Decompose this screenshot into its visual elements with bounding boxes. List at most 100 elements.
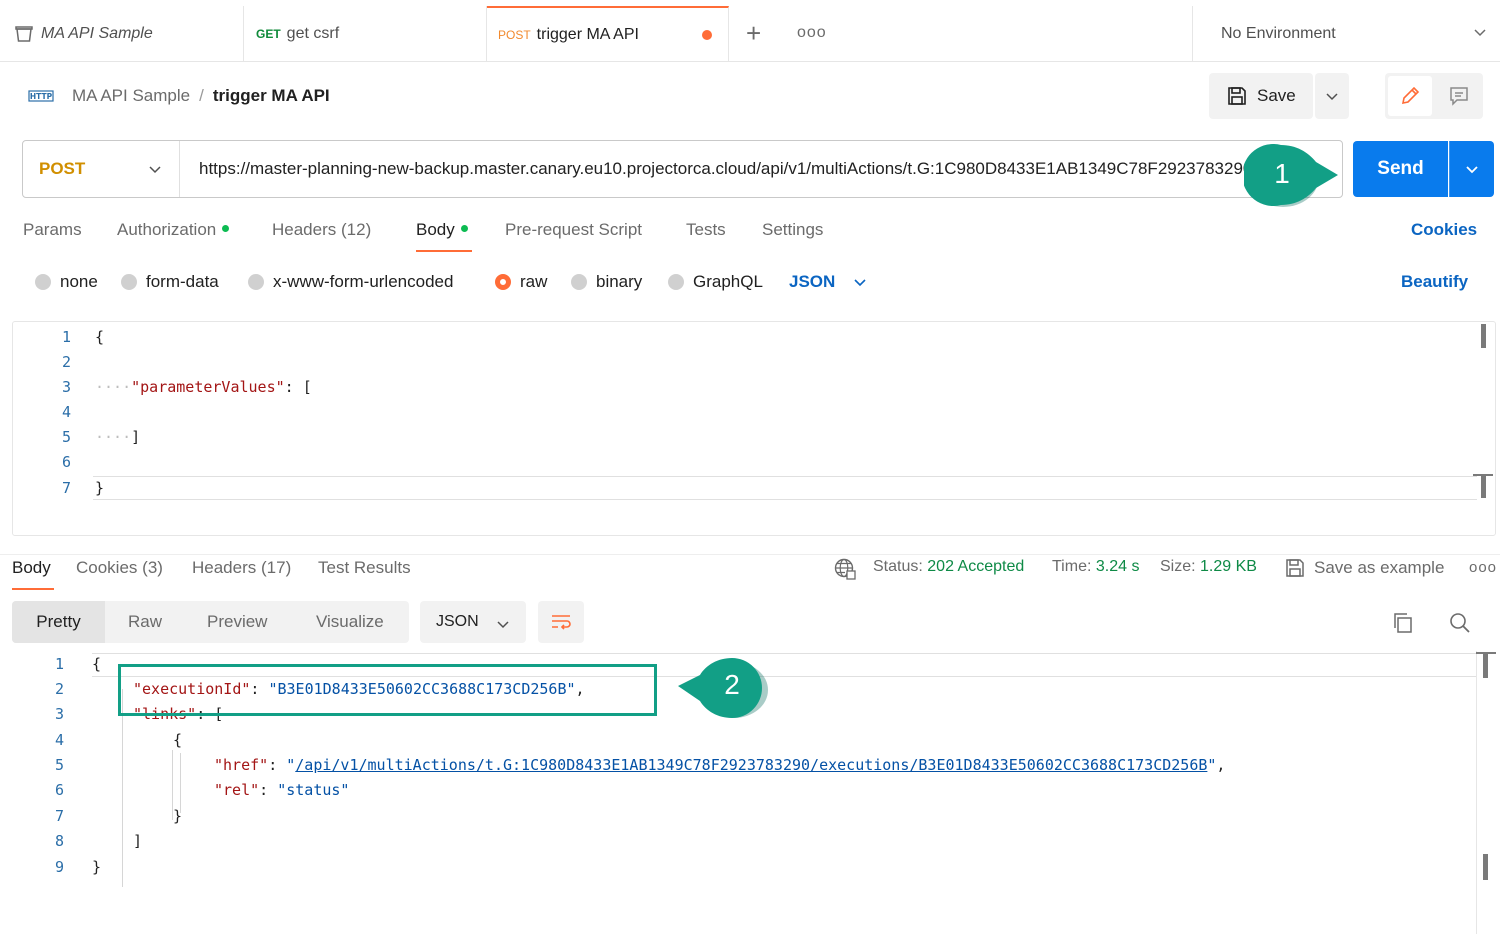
url-input[interactable]: https://master-planning-new-backup.maste… xyxy=(199,141,1279,197)
view-preview-button[interactable]: Preview xyxy=(207,601,267,643)
response-time: Time: 3.24 s xyxy=(1052,558,1139,576)
response-tab-test-results[interactable]: Test Results xyxy=(318,558,411,578)
send-options-button[interactable] xyxy=(1449,141,1494,197)
radio-none[interactable]: none xyxy=(35,272,98,292)
tab-get-csrf[interactable]: GET get csrf xyxy=(244,6,487,62)
unsaved-dot-icon xyxy=(702,30,712,40)
send-button[interactable]: Send xyxy=(1353,141,1448,197)
tab-label: trigger MA API xyxy=(536,26,639,43)
beautify-link[interactable]: Beautify xyxy=(1401,272,1468,292)
save-as-example-label: Save as example xyxy=(1314,558,1445,577)
code-text: { xyxy=(173,731,183,749)
search-icon[interactable] xyxy=(1449,612,1471,634)
tab-params[interactable]: Params xyxy=(23,220,82,240)
save-as-example-button[interactable]: Save as example xyxy=(1285,558,1444,578)
code-line: 4 xyxy=(13,400,1495,425)
line-number: 3 xyxy=(61,378,71,396)
new-tab-button[interactable]: + xyxy=(746,20,761,46)
json-key: "href" xyxy=(214,756,269,774)
request-tabs: Params Authorization Headers (12) Body P… xyxy=(0,218,1500,254)
view-pretty-button[interactable]: Pretty xyxy=(12,601,105,643)
chevron-down-icon xyxy=(854,279,866,287)
view-visualize-button[interactable]: Visualize xyxy=(316,601,384,643)
code-line: 5 ····] xyxy=(13,425,1495,450)
method-select[interactable]: POST xyxy=(23,141,180,197)
method-label: POST xyxy=(39,159,86,178)
tab-collection[interactable]: MA API Sample xyxy=(0,6,244,62)
wrap-lines-icon xyxy=(552,615,571,630)
size-value[interactable]: 1.29 KB xyxy=(1200,558,1257,575)
tab-tests[interactable]: Tests xyxy=(686,220,726,240)
breadcrumb-collection[interactable]: MA API Sample xyxy=(72,86,190,106)
save-options-button[interactable] xyxy=(1315,73,1349,119)
response-tab-headers[interactable]: Headers (17) xyxy=(192,558,291,578)
response-scrollbar[interactable] xyxy=(1483,652,1488,678)
save-button[interactable]: Save xyxy=(1209,73,1313,119)
code-line: 6 xyxy=(13,450,1495,475)
tab-authorization-label: Authorization xyxy=(117,220,217,239)
line-number: 5 xyxy=(54,756,64,774)
code-line: 9 } xyxy=(0,855,1500,880)
code-text: { xyxy=(95,328,105,346)
tab-label: get csrf xyxy=(286,25,340,42)
time-value[interactable]: 3.24 s xyxy=(1096,558,1140,575)
code-line: 7 } xyxy=(0,804,1500,829)
cookies-link[interactable]: Cookies xyxy=(1411,220,1477,240)
save-label: Save xyxy=(1257,86,1296,105)
environment-select[interactable]: No Environment xyxy=(1192,6,1500,62)
wrap-lines-button[interactable] xyxy=(538,601,584,643)
copy-icon[interactable] xyxy=(1392,612,1414,634)
href-link[interactable]: /api/v1/multiActions/t.G:1C980D8433E1AB1… xyxy=(295,756,1207,774)
chevron-down-icon xyxy=(1474,29,1486,37)
svg-text:HTTP: HTTP xyxy=(30,92,53,101)
response-format-select[interactable]: JSON xyxy=(420,601,526,643)
line-number: 7 xyxy=(61,479,71,497)
tab-bar: MA API Sample GET get csrf POST trigger … xyxy=(0,0,1500,62)
line-number: 8 xyxy=(54,832,64,850)
editor-scrollbar[interactable] xyxy=(1481,324,1486,348)
network-globe-icon[interactable] xyxy=(833,557,857,581)
json-key: "rel" xyxy=(214,781,260,799)
line-number: 5 xyxy=(61,428,71,446)
response-scrollbar-end[interactable] xyxy=(1483,854,1488,880)
radio-binary[interactable]: binary xyxy=(571,272,642,292)
editor-scrollbar-end[interactable] xyxy=(1481,474,1486,498)
body-format-select[interactable]: JSON xyxy=(789,272,867,292)
json-key: "parameterValues" xyxy=(131,378,285,396)
tab-pre-request-script[interactable]: Pre-request Script xyxy=(505,220,642,240)
more-tabs-button[interactable]: ooo xyxy=(797,24,827,42)
radio-form-data[interactable]: form-data xyxy=(121,272,219,292)
line-number: 1 xyxy=(61,328,71,346)
response-tab-body[interactable]: Body xyxy=(12,558,51,578)
http-icon: HTTP xyxy=(28,90,54,102)
response-tab-cookies[interactable]: Cookies (3) xyxy=(76,558,163,578)
tab-trigger-ma-api[interactable]: POST trigger MA API xyxy=(487,6,729,62)
tab-authorization[interactable]: Authorization xyxy=(117,220,230,240)
tab-method: POST xyxy=(498,28,531,42)
view-raw-button[interactable]: Raw xyxy=(128,601,162,643)
json-punct: : [ xyxy=(284,378,312,396)
collection-icon xyxy=(15,26,33,42)
line-number: 6 xyxy=(54,781,64,799)
response-more-button[interactable]: ooo xyxy=(1469,559,1497,576)
documentation-button[interactable] xyxy=(1438,76,1480,116)
response-tab-cookies-count: (3) xyxy=(142,558,163,577)
code-line: 8 ] xyxy=(0,829,1500,854)
tab-settings[interactable]: Settings xyxy=(762,220,823,240)
breadcrumb-request[interactable]: trigger MA API xyxy=(213,86,330,106)
request-body-editor[interactable]: 1 { 2 3 ····"parameterValues": [ 4 5 ···… xyxy=(12,321,1496,536)
tab-body[interactable]: Body xyxy=(416,220,468,240)
edit-mode-button[interactable] xyxy=(1388,76,1432,116)
line-number: 1 xyxy=(54,655,64,673)
tab-headers[interactable]: Headers (12) xyxy=(272,220,371,240)
radio-graphql[interactable]: GraphQL xyxy=(668,272,763,292)
status-value[interactable]: 202 Accepted xyxy=(927,558,1024,575)
radio-raw[interactable]: raw xyxy=(495,272,547,292)
status-label: Status: xyxy=(873,558,923,575)
radio-label: none xyxy=(60,272,98,291)
radio-circle xyxy=(668,274,684,290)
radio-urlencoded[interactable]: x-www-form-urlencoded xyxy=(248,272,453,292)
time-label: Time: xyxy=(1052,558,1092,575)
mode-toggle xyxy=(1385,73,1483,119)
active-dot-icon xyxy=(222,225,230,233)
